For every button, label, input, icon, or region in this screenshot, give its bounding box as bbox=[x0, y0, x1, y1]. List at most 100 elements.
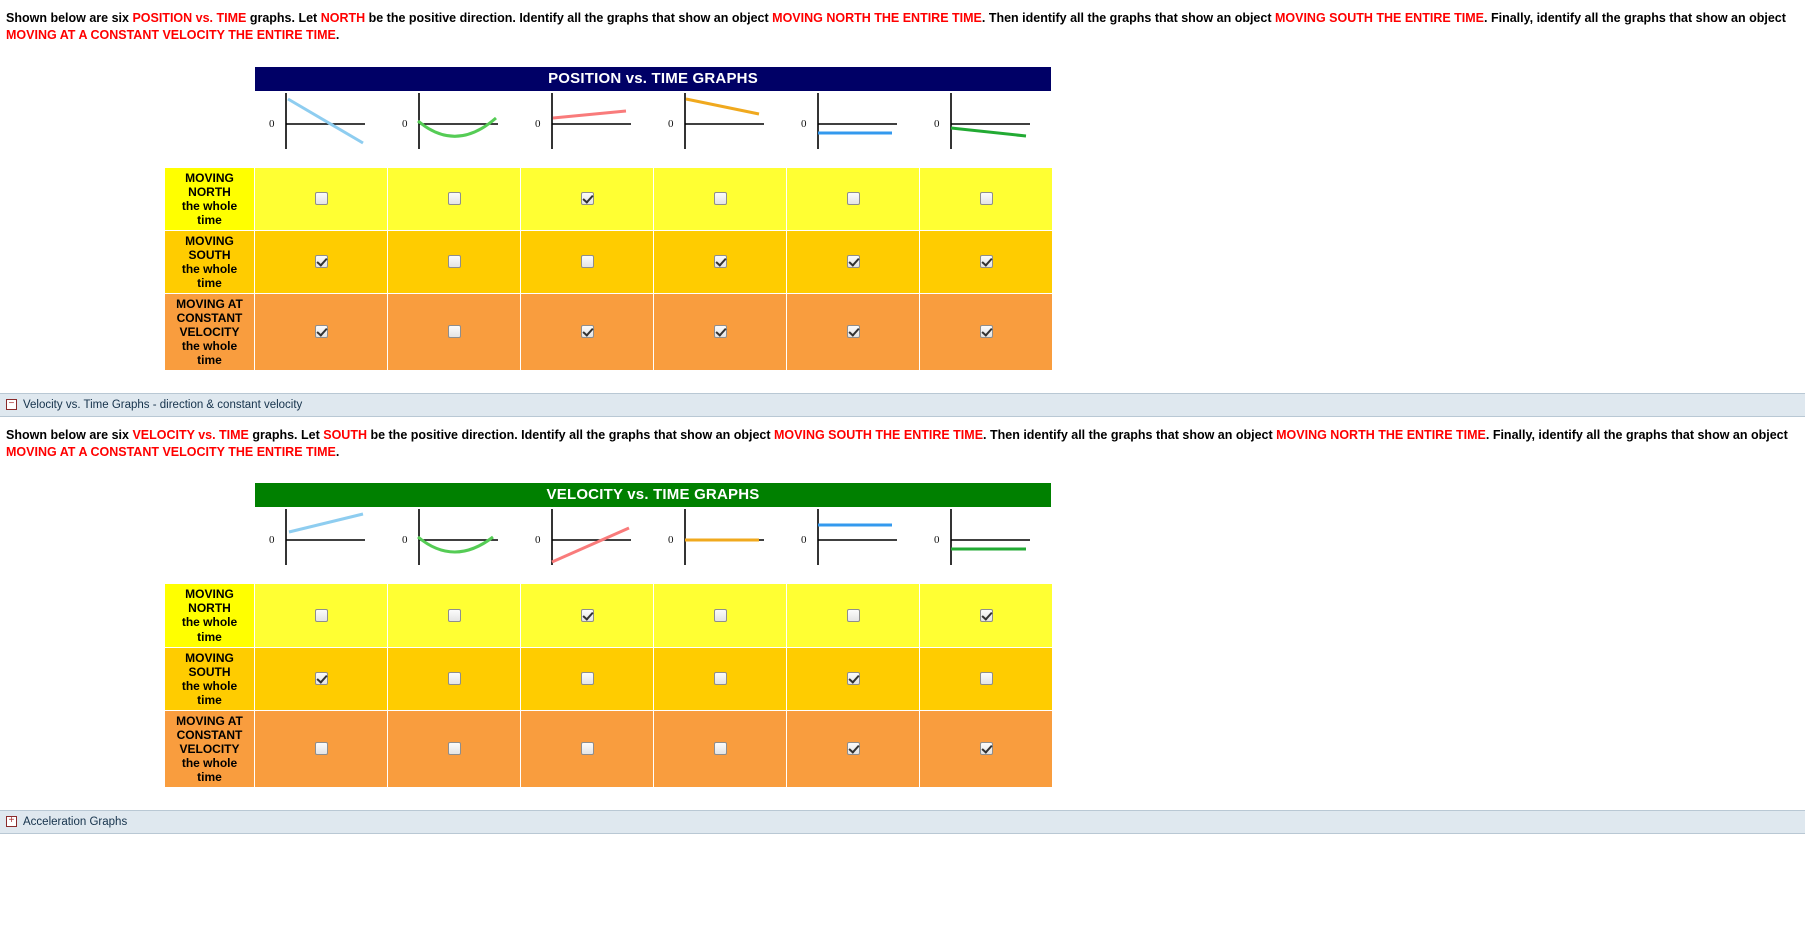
table-cell bbox=[520, 583, 654, 648]
rowheader-line: VELOCITY bbox=[179, 741, 240, 756]
axis-zero-label: 0 bbox=[402, 534, 408, 547]
intro-text-6: . Then identify all the graphs that show… bbox=[983, 427, 1277, 442]
table-cell bbox=[653, 709, 787, 788]
table-cell bbox=[653, 166, 787, 231]
table-row: MOVING SOUTH the whole time bbox=[164, 229, 1053, 294]
position-checkbox-south-graph1[interactable] bbox=[314, 254, 328, 268]
table-cell bbox=[254, 292, 388, 371]
rowheader-line: SOUTH bbox=[188, 247, 231, 262]
collapse-minus-icon[interactable]: − bbox=[6, 399, 17, 411]
velocity-table-body: MOVING NORTH the whole time MOVING SOUTH the w… bbox=[164, 583, 1053, 788]
table-cell bbox=[919, 292, 1053, 371]
table-cell bbox=[254, 583, 388, 648]
table-cell bbox=[919, 229, 1053, 294]
intro-text-0: Shown below are six bbox=[6, 427, 133, 442]
intro-highlight-9: MOVING AT A CONSTANT VELOCITY THE ENTIRE… bbox=[6, 28, 336, 43]
rowheader-line: time bbox=[197, 629, 222, 644]
position-checkbox-north-graph1[interactable] bbox=[314, 191, 328, 205]
position-checkbox-north-graph2[interactable] bbox=[447, 191, 461, 205]
velocity-checkbox-north-graph3[interactable] bbox=[580, 608, 594, 622]
table-cell bbox=[919, 646, 1053, 711]
rowheader-line: CONSTANT bbox=[176, 310, 243, 325]
expand-plus-icon[interactable]: + bbox=[6, 816, 17, 828]
velocity-checkbox-north-graph5[interactable] bbox=[846, 608, 860, 622]
table-cell bbox=[520, 166, 654, 231]
velocity-accordion-label: Velocity vs. Time Graphs - direction & c… bbox=[23, 398, 303, 411]
rowheader-line: the whole bbox=[181, 261, 238, 276]
velocity-checkbox-constant-graph4[interactable] bbox=[713, 742, 727, 755]
position-graph-5: 0 bbox=[787, 91, 920, 153]
table-row: MOVING NORTH the whole time bbox=[164, 583, 1053, 648]
position-checkbox-north-graph5[interactable] bbox=[846, 191, 860, 205]
position-checkbox-constant-graph2[interactable] bbox=[447, 325, 461, 339]
table-row: MOVING AT CONSTANT VELOCITY the whole time bbox=[164, 709, 1053, 788]
rowheader-line: VELOCITY bbox=[179, 324, 240, 339]
table-cell bbox=[387, 583, 521, 648]
position-rowheader-south: MOVING SOUTH the whole time bbox=[164, 229, 255, 294]
velocity-checkbox-south-graph1[interactable] bbox=[314, 671, 328, 685]
position-checkbox-south-graph2[interactable] bbox=[447, 254, 461, 268]
axis-zero-label: 0 bbox=[535, 117, 541, 130]
velocity-checkbox-south-graph3[interactable] bbox=[580, 671, 594, 685]
table-cell bbox=[520, 646, 654, 711]
position-graph-6: 0 bbox=[920, 91, 1053, 153]
position-graph-block: POSITION vs. TIME GRAPHS 0 0 0 0 0 0 bbox=[0, 66, 1053, 153]
table-cell bbox=[520, 292, 654, 371]
position-graph-3: 0 bbox=[521, 91, 654, 153]
table-row: MOVING NORTH the whole time bbox=[164, 166, 1053, 231]
velocity-banner-title: VELOCITY vs. TIME GRAPHS bbox=[255, 483, 1051, 508]
position-checkbox-south-graph6[interactable] bbox=[979, 254, 993, 268]
velocity-checkbox-constant-graph3[interactable] bbox=[580, 742, 594, 755]
velocity-checkbox-north-graph1[interactable] bbox=[314, 608, 328, 622]
velocity-checkbox-constant-graph6[interactable] bbox=[979, 742, 993, 755]
position-checkbox-south-graph4[interactable] bbox=[713, 254, 727, 268]
table-cell bbox=[254, 709, 388, 788]
acceleration-accordion-header[interactable]: + Acceleration Graphs bbox=[0, 809, 1805, 834]
axis-zero-label: 0 bbox=[801, 534, 807, 547]
rowheader-line: SOUTH bbox=[188, 664, 231, 679]
velocity-checkbox-constant-graph2[interactable] bbox=[447, 742, 461, 755]
position-graph-1: 0 bbox=[255, 91, 388, 153]
intro-highlight-7: MOVING NORTH THE ENTIRE TIME bbox=[1276, 427, 1486, 442]
position-checkbox-constant-graph3[interactable] bbox=[580, 325, 594, 339]
velocity-checkbox-north-graph2[interactable] bbox=[447, 608, 461, 622]
position-checkbox-constant-graph5[interactable] bbox=[846, 325, 860, 339]
rowheader-line: NORTH bbox=[188, 184, 231, 199]
velocity-rowheader-north: MOVING NORTH the whole time bbox=[164, 583, 255, 648]
velocity-checkbox-south-graph5[interactable] bbox=[846, 671, 860, 685]
position-checkbox-north-graph4[interactable] bbox=[713, 191, 727, 205]
position-checkbox-constant-graph4[interactable] bbox=[713, 325, 727, 339]
velocity-graph-block: VELOCITY vs. TIME GRAPHS 0 0 0 0 0 0 bbox=[0, 483, 1053, 569]
position-checkbox-constant-graph6[interactable] bbox=[979, 325, 993, 339]
axis-zero-label: 0 bbox=[535, 534, 541, 547]
axis-zero-label: 0 bbox=[668, 117, 674, 130]
velocity-graph-2: 0 bbox=[388, 507, 521, 569]
velocity-checkbox-south-graph2[interactable] bbox=[447, 671, 461, 685]
intro-highlight-3: NORTH bbox=[320, 11, 366, 25]
table-cell bbox=[786, 229, 920, 294]
velocity-checkbox-south-graph6[interactable] bbox=[979, 671, 993, 685]
position-checkbox-north-graph6[interactable] bbox=[979, 191, 993, 205]
velocity-graph-6: 0 bbox=[920, 507, 1053, 569]
position-checkbox-south-graph5[interactable] bbox=[846, 254, 860, 268]
position-checkbox-south-graph3[interactable] bbox=[580, 254, 594, 268]
velocity-checkbox-south-graph4[interactable] bbox=[713, 671, 727, 685]
axis-zero-label: 0 bbox=[934, 534, 940, 547]
velocity-graph-3: 0 bbox=[521, 507, 654, 569]
table-cell bbox=[387, 292, 521, 371]
position-checkbox-north-graph3[interactable] bbox=[580, 191, 594, 205]
velocity-checkbox-constant-graph5[interactable] bbox=[846, 742, 860, 755]
velocity-section: Shown below are six VELOCITY vs. TIME gr… bbox=[0, 417, 1805, 788]
intro-text-2: graphs. Let bbox=[248, 427, 324, 442]
table-cell bbox=[919, 709, 1053, 788]
velocity-checkbox-constant-graph1[interactable] bbox=[314, 742, 328, 755]
table-cell bbox=[653, 583, 787, 648]
table-cell bbox=[786, 646, 920, 711]
velocity-checkbox-north-graph6[interactable] bbox=[979, 608, 993, 622]
axis-zero-label: 0 bbox=[402, 117, 408, 130]
table-row: MOVING SOUTH the whole time bbox=[164, 646, 1053, 711]
axis-zero-label: 0 bbox=[934, 117, 940, 130]
velocity-checkbox-north-graph4[interactable] bbox=[713, 608, 727, 622]
velocity-accordion-header[interactable]: − Velocity vs. Time Graphs - direction &… bbox=[0, 392, 1805, 417]
position-checkbox-constant-graph1[interactable] bbox=[314, 325, 328, 339]
